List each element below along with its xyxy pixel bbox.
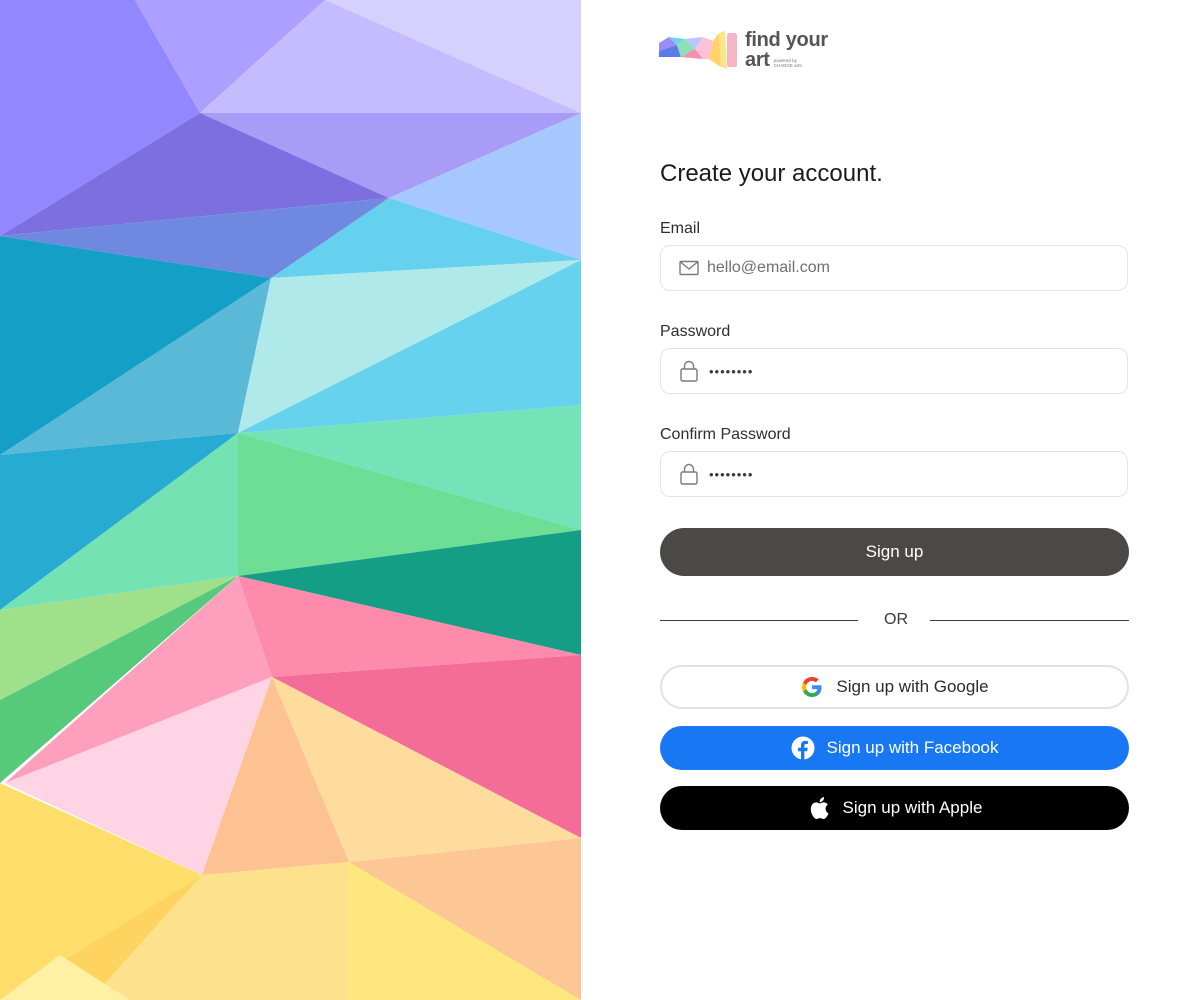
confirm-password-label: Confirm Password <box>660 426 791 443</box>
decorative-art-panel <box>0 0 581 1000</box>
sign-up-google-button[interactable]: Sign up with Google <box>660 665 1129 709</box>
page-title: Create your account. <box>660 160 883 187</box>
sign-up-button-label: Sign up <box>865 542 924 561</box>
confirm-password-field[interactable]: •••••••• <box>660 451 1128 497</box>
mail-icon <box>679 258 699 278</box>
brand-name-line1: find your <box>745 29 828 51</box>
lock-icon <box>679 360 699 382</box>
paint-brush-logo-icon <box>659 31 737 69</box>
password-value: •••••••• <box>709 363 754 379</box>
apple-icon <box>807 796 831 820</box>
password-field[interactable]: •••••••• <box>660 348 1128 394</box>
powered-by-text: powered by CHANGE arts <box>774 58 802 68</box>
password-label: Password <box>660 323 731 340</box>
sign-up-google-label: Sign up with Google <box>836 677 989 696</box>
sign-up-apple-label: Sign up with Apple <box>842 798 983 817</box>
low-poly-artwork <box>0 0 581 1000</box>
powered-by-company: CHANGE arts <box>773 63 802 68</box>
confirm-password-value: •••••••• <box>709 466 754 482</box>
or-divider-text: OR <box>884 611 908 628</box>
lock-icon <box>679 463 699 485</box>
email-value: hello@email.com <box>707 259 830 276</box>
sign-up-apple-button[interactable]: Sign up with Apple <box>660 786 1129 830</box>
facebook-icon <box>791 736 815 760</box>
divider-right <box>930 620 1129 621</box>
brand-logo: find your art powered by CHANGE arts <box>659 30 828 70</box>
brand-name-line2: art <box>745 49 770 71</box>
email-field[interactable]: hello@email.com <box>660 245 1128 291</box>
sign-up-facebook-label: Sign up with Facebook <box>826 738 999 757</box>
divider-left <box>660 620 858 621</box>
signup-panel: find your art powered by CHANGE arts Cre… <box>581 0 1200 1000</box>
google-icon <box>800 675 824 699</box>
email-label: Email <box>660 220 701 237</box>
sign-up-button[interactable]: Sign up <box>660 528 1129 576</box>
sign-up-facebook-button[interactable]: Sign up with Facebook <box>660 726 1129 770</box>
